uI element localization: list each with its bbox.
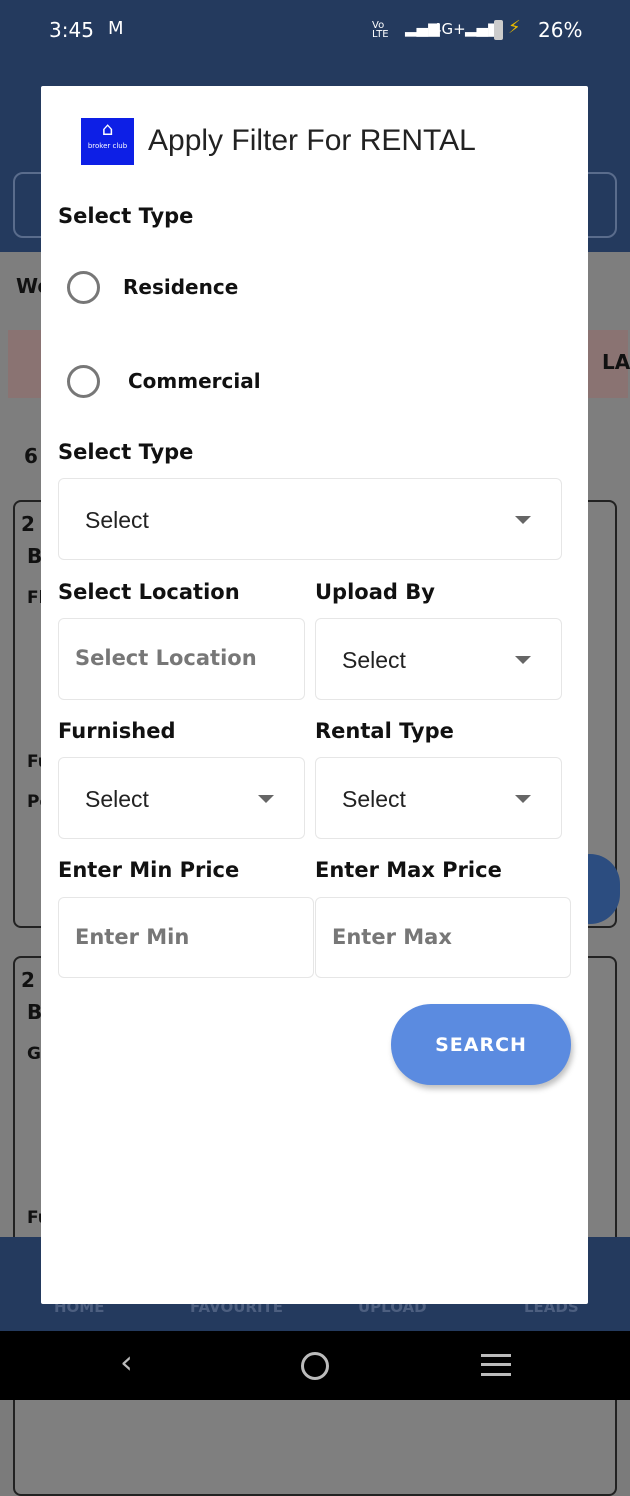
location-input[interactable]: Select Location <box>58 618 305 700</box>
select-value: Select <box>342 786 406 812</box>
type-label: Select Type <box>58 204 194 228</box>
radio-residence[interactable]: Residence <box>67 270 367 310</box>
chevron-down-icon <box>515 656 531 664</box>
system-nav-bar: ‹ <box>0 1331 630 1400</box>
radio-label: Residence <box>123 275 239 299</box>
status-bar: 3:45 M Vo LTE ▂▄▆ 4G+ ▂▄▆ ⚡ 26% <box>0 0 630 60</box>
max-price-input[interactable]: Enter Max <box>315 897 571 978</box>
furnished-label: Furnished <box>58 719 176 743</box>
radio-circle[interactable] <box>67 365 100 398</box>
furnished-select[interactable]: Select <box>58 757 305 839</box>
filter-dialog: ⌂ broker club Apply Filter For RENTAL Se… <box>41 86 588 1304</box>
rental-type-select[interactable]: Select <box>315 757 562 839</box>
location-placeholder: Select Location <box>75 646 257 670</box>
status-time: 3:45 <box>49 18 94 42</box>
bg-text: 2 <box>21 968 35 992</box>
back-icon[interactable]: ‹ <box>120 1343 133 1381</box>
min-price-label: Enter Min Price <box>58 858 240 882</box>
max-price-placeholder: Enter Max <box>332 925 452 949</box>
min-price-input[interactable]: Enter Min <box>58 897 314 978</box>
dialog-title: Apply Filter For RENTAL <box>148 124 476 157</box>
select-value: Select <box>85 507 149 533</box>
min-price-placeholder: Enter Min <box>75 925 190 949</box>
subtype-select[interactable]: Select <box>58 478 562 560</box>
broker-club-logo: ⌂ broker club <box>81 118 134 165</box>
chevron-down-icon <box>515 516 531 524</box>
charging-icon: ⚡ <box>508 17 521 38</box>
logo-text: broker club <box>87 142 128 150</box>
subtype-label: Select Type <box>58 440 194 464</box>
search-button[interactable]: SEARCH <box>391 1004 571 1085</box>
network-type: 4G+ <box>432 20 466 38</box>
chevron-down-icon <box>258 795 274 803</box>
radio-circle[interactable] <box>67 271 100 304</box>
volte-icon: Vo LTE <box>372 20 389 40</box>
battery-icon <box>494 20 503 40</box>
bg-text: B <box>27 1000 43 1024</box>
gmail-icon: M <box>108 18 124 39</box>
max-price-label: Enter Max Price <box>315 858 502 882</box>
recents-icon[interactable] <box>481 1354 511 1376</box>
location-label: Select Location <box>58 580 240 604</box>
radio-commercial[interactable]: Commercial <box>67 364 367 404</box>
chevron-down-icon <box>515 795 531 803</box>
select-value: Select <box>85 786 149 812</box>
radio-label: Commercial <box>128 369 261 393</box>
rental-type-label: Rental Type <box>315 719 454 743</box>
house-icon: ⌂ <box>101 119 114 140</box>
home-icon[interactable] <box>301 1352 329 1380</box>
upload-by-select[interactable]: Select <box>315 618 562 700</box>
battery-percent: 26% <box>538 18 583 42</box>
bg-text: 2 <box>21 512 35 536</box>
bg-text: LA <box>602 350 630 374</box>
upload-by-label: Upload By <box>315 580 435 604</box>
bg-text: G <box>27 1044 41 1064</box>
bg-text: 6 <box>24 444 38 468</box>
select-value: Select <box>342 647 406 673</box>
bg-text: B <box>27 544 43 568</box>
